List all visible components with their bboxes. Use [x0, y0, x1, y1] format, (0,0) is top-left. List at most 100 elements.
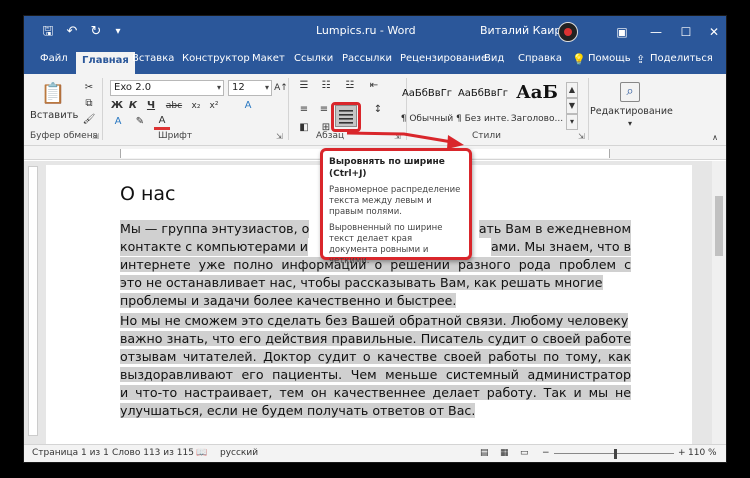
scrollbar-thumb[interactable] — [715, 196, 723, 256]
font-name-combo[interactable]: Exo 2.0 ▾ — [110, 80, 224, 96]
text-line: и что-то настраивает, тем он качественне… — [120, 384, 631, 418]
tab-home[interactable]: Главная — [76, 52, 135, 74]
proofing-icon[interactable]: 📖 — [196, 448, 207, 458]
title-bar: 🖫 ↶ ↻ ▾ Lumpics.ru - Word Виталий Каиров… — [24, 16, 726, 48]
redo-icon[interactable]: ↻ — [88, 23, 104, 41]
chevron-down-icon[interactable]: ▾ — [624, 116, 636, 132]
strikethrough-button[interactable]: abc — [164, 98, 184, 114]
subscript-button[interactable]: x₂ — [188, 98, 204, 114]
lightbulb-icon[interactable]: 💡 — [572, 53, 586, 66]
undo-icon[interactable]: ↶ — [64, 23, 80, 41]
web-layout-icon[interactable]: ▭ — [520, 448, 529, 458]
window-title: Lumpics.ru - Word — [316, 24, 416, 37]
text-line: это не останавливает нас, чтобы рассказы… — [120, 274, 631, 292]
zoom-out-button[interactable]: − — [542, 448, 550, 458]
styles-scroll-up-icon[interactable]: ▲ — [566, 82, 578, 98]
focus-mode-icon[interactable]: ▤ — [480, 448, 489, 458]
justify-tooltip: Выровнять по ширине (Ctrl+J) Равномерное… — [320, 148, 472, 266]
paragraph-launcher-icon[interactable]: ⇲ — [394, 132, 401, 141]
tab-review[interactable]: Рецензирование — [400, 53, 487, 64]
font-name-value: Exo 2.0 — [114, 82, 152, 93]
text-fragment: это не останавливает нас, чтобы рассказы… — [120, 275, 603, 290]
align-center-icon[interactable]: ≡ — [316, 102, 332, 118]
style-name: ¶ Обычный — [400, 114, 454, 124]
ribbon-display-icon[interactable]: ▣ — [612, 22, 632, 42]
group-font-label: Шрифт — [158, 131, 193, 141]
tab-help[interactable]: Справка — [518, 53, 562, 64]
close-icon[interactable]: ✕ — [704, 22, 724, 42]
help-search[interactable]: Помощь — [588, 53, 631, 64]
font-launcher-icon[interactable]: ⇲ — [276, 132, 283, 141]
tab-layout[interactable]: Макет — [252, 53, 285, 64]
tooltip-text-1: Равномерное распределение текста между л… — [329, 185, 461, 217]
page-count[interactable]: Страница 1 из 1 — [32, 448, 109, 458]
paste-button[interactable]: Вставить — [30, 108, 78, 124]
text-fragment: улучшаться, если не будем получать ответ… — [120, 403, 476, 418]
word-count[interactable]: Слово 113 из 115 — [112, 448, 194, 458]
font-color-icon[interactable]: A — [154, 114, 170, 130]
style-no-spacing[interactable]: АаБбВвГг ¶ Без инте... — [456, 82, 510, 128]
text-fragment: Но мы не сможем это сделать без Вашей об… — [120, 313, 629, 328]
customize-quick-access-icon[interactable]: ▾ — [112, 23, 124, 41]
collapse-ribbon-icon[interactable]: ∧ — [708, 130, 722, 146]
style-normal[interactable]: АаБбВвГг ¶ Обычный — [400, 82, 454, 128]
group-separator — [288, 78, 289, 140]
share-button[interactable]: Поделиться — [650, 53, 713, 64]
style-heading1[interactable]: АаБ Заголово... — [510, 82, 564, 128]
format-painter-icon[interactable]: 🖌 — [82, 112, 96, 128]
underline-button[interactable]: Ч — [142, 98, 160, 114]
italic-button[interactable]: К — [126, 98, 140, 114]
text-line: важно знать, что его действия правильные… — [120, 330, 631, 364]
maximize-icon[interactable]: ☐ — [676, 22, 696, 42]
vertical-scrollbar[interactable] — [712, 161, 726, 446]
text-line: выздоравливают его пациенты. Чем меньше … — [120, 366, 631, 400]
tab-mailings[interactable]: Рассылки — [342, 53, 392, 64]
minimize-icon[interactable]: — — [646, 22, 666, 42]
vertical-ruler[interactable] — [28, 166, 38, 436]
search-icon[interactable]: ⌕ — [620, 82, 640, 102]
multilevel-list-icon[interactable]: ☳ — [342, 78, 358, 94]
chevron-down-icon: ▾ — [216, 83, 221, 92]
numbering-icon[interactable]: ☷ — [318, 78, 334, 94]
text-effects-icon[interactable]: A — [110, 114, 126, 130]
tooltip-title: Выровнять по ширине (Ctrl+J) — [329, 157, 445, 179]
superscript-button[interactable]: x² — [206, 98, 222, 114]
tab-design[interactable]: Конструктор — [182, 53, 250, 64]
styles-more-icon[interactable]: ▾ — [566, 114, 578, 130]
text-fragment: контакте с компьютерами и — [120, 238, 308, 256]
paste-icon[interactable]: 📋 — [38, 80, 68, 106]
tab-file[interactable]: Файл — [40, 53, 68, 64]
text-line: Но мы не сможем это сделать без Вашей об… — [120, 312, 631, 330]
tab-references[interactable]: Ссылки — [294, 53, 333, 64]
bullets-icon[interactable]: ☰ — [296, 78, 312, 94]
text-fragment: ами. Мы знаем, что в — [490, 238, 631, 256]
zoom-in-button[interactable]: + — [678, 448, 686, 458]
decrease-indent-icon[interactable]: ⇤ — [366, 78, 382, 94]
font-size-combo[interactable]: 12 ▾ — [228, 80, 272, 96]
tab-view[interactable]: Вид — [484, 53, 504, 64]
avatar[interactable] — [558, 22, 578, 42]
shading-icon[interactable]: ◧ — [296, 120, 312, 136]
grow-font-icon[interactable]: A↑ — [274, 80, 288, 96]
zoom-slider-thumb[interactable] — [614, 449, 617, 459]
cut-icon[interactable]: ✂ — [82, 80, 96, 96]
language-indicator[interactable]: русский — [220, 448, 258, 458]
zoom-level[interactable]: 110 % — [688, 448, 717, 458]
clipboard-launcher-icon[interactable]: ⇲ — [92, 132, 99, 141]
styles-launcher-icon[interactable]: ⇲ — [578, 132, 585, 141]
text-effects-icon[interactable]: A — [240, 98, 256, 114]
tooltip-text-2: Выровненный по ширине текст делает края … — [329, 223, 443, 266]
share-icon[interactable]: ⇪ — [636, 53, 645, 66]
styles-scroll-down-icon[interactable]: ▼ — [566, 98, 578, 114]
justify-highlight-box — [331, 102, 361, 132]
align-left-icon[interactable]: ≡ — [296, 102, 312, 118]
paragraph-2[interactable]: Но мы не сможем это сделать без Вашей об… — [120, 312, 631, 420]
line-spacing-icon[interactable]: ↕ — [370, 102, 386, 118]
document-heading[interactable]: О нас — [120, 183, 176, 205]
print-layout-icon[interactable]: ▦ — [500, 448, 509, 458]
copy-icon[interactable]: ⧉ — [82, 96, 96, 112]
bold-button[interactable]: Ж — [110, 98, 124, 114]
save-icon[interactable]: 🖫 — [40, 23, 56, 41]
highlight-color-icon[interactable]: ✎ — [132, 114, 148, 130]
tab-insert[interactable]: Вставка — [132, 53, 174, 64]
